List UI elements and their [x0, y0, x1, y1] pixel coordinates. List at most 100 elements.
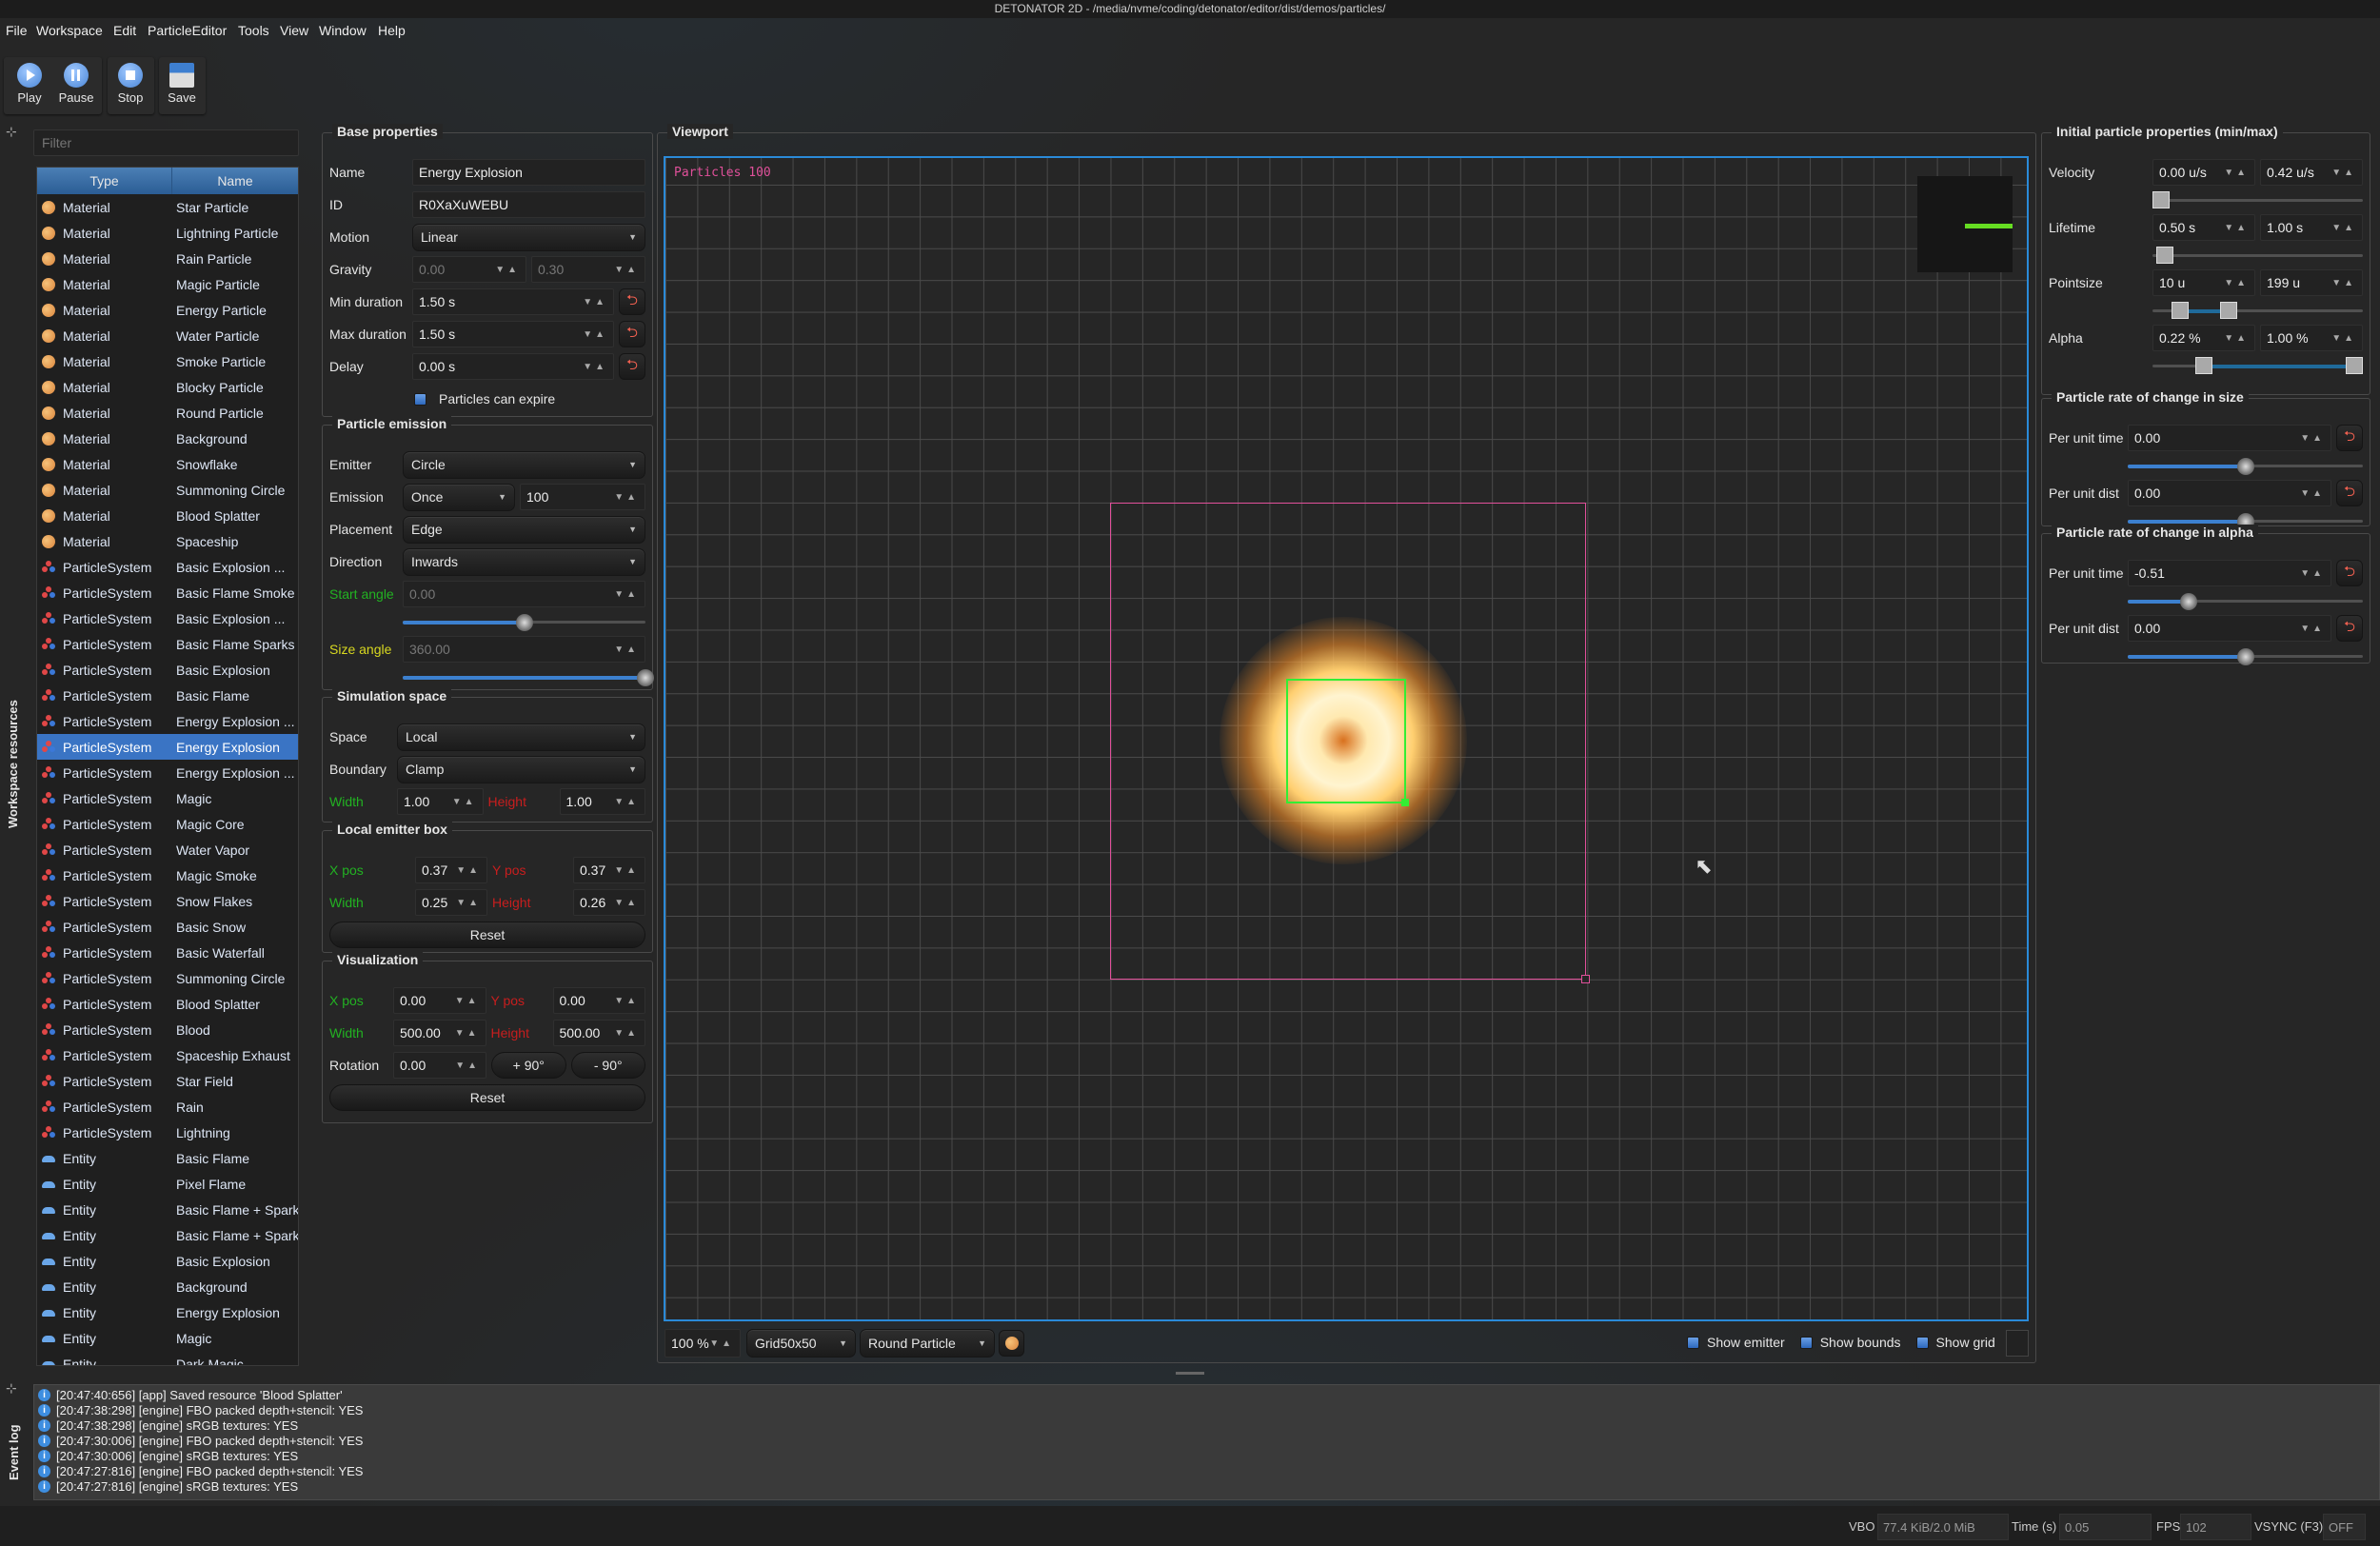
spin-arrows-icon[interactable]: ▼▲ — [2331, 168, 2356, 178]
spinbox[interactable]: 1.50 s ▼▲ — [412, 321, 614, 347]
slider[interactable] — [2152, 356, 2363, 375]
spinbox[interactable]: 0.00 s ▼▲ — [412, 353, 614, 380]
spinbox[interactable]: 1.00 % ▼▲ — [2260, 325, 2363, 351]
reset-button[interactable]: Reset — [329, 1084, 645, 1111]
combo-box[interactable]: Clamp ▼ — [397, 755, 645, 783]
table-row[interactable]: ParticleSystem Blood Splatter — [37, 991, 298, 1017]
slider[interactable] — [2128, 591, 2363, 610]
spin-arrows-icon[interactable]: ▼▲ — [583, 362, 607, 372]
table-row[interactable]: ParticleSystem Magic Core — [37, 811, 298, 837]
table-row[interactable]: ParticleSystem Basic Explosion — [37, 657, 298, 683]
text-input[interactable]: Energy Explosion — [412, 159, 645, 186]
spinbox[interactable]: -0.51 ▼▲ — [2128, 560, 2331, 586]
table-row[interactable]: ParticleSystem Spaceship Exhaust — [37, 1042, 298, 1068]
combo-box[interactable]: Local ▼ — [397, 723, 645, 751]
slider-handle[interactable] — [515, 614, 533, 631]
stop-button[interactable]: Stop — [109, 57, 152, 114]
spin-arrows-icon[interactable]: ▼▲ — [614, 1028, 639, 1039]
slider-handle[interactable] — [2236, 648, 2254, 665]
spin-arrows-icon[interactable]: ▼▲ — [455, 996, 480, 1006]
material-combo[interactable]: Round Particle ▼ — [860, 1329, 995, 1358]
combo-box[interactable]: Linear ▼ — [412, 223, 645, 251]
table-row[interactable]: Material Rain Particle — [37, 246, 298, 271]
slider[interactable] — [403, 667, 654, 686]
table-row[interactable]: ParticleSystem Blood — [37, 1017, 298, 1042]
slider[interactable] — [2128, 456, 2363, 475]
filter-input[interactable] — [33, 129, 299, 156]
table-row[interactable]: ParticleSystem Basic Snow — [37, 914, 298, 940]
spinbox[interactable]: 1.50 s ▼▲ — [412, 288, 614, 315]
spin-arrows-icon[interactable]: ▼▲ — [2331, 278, 2356, 288]
table-row[interactable]: Entity Basic Flame + Spark.. — [37, 1197, 298, 1222]
spinbox[interactable]: 1.00 s ▼▲ — [2260, 214, 2363, 241]
column-type[interactable]: Type — [37, 168, 172, 194]
table-row[interactable]: Material Snowflake — [37, 451, 298, 477]
table-row[interactable]: Material Water Particle — [37, 323, 298, 348]
menu-workspace[interactable]: Workspace — [36, 23, 103, 38]
spinbox[interactable]: 0.37 ▼▲ — [573, 857, 645, 883]
table-row[interactable]: ParticleSystem Basic Waterfall — [37, 940, 298, 965]
table-row[interactable]: Material Magic Particle — [37, 271, 298, 297]
combo-box[interactable]: Circle ▼ — [403, 450, 645, 479]
column-name[interactable]: Name — [172, 168, 298, 194]
table-row[interactable]: ParticleSystem Water Vapor — [37, 837, 298, 862]
table-row[interactable]: ParticleSystem Magic — [37, 785, 298, 811]
table-row[interactable]: Entity Dark Magic — [37, 1351, 298, 1365]
spinbox[interactable]: 0.37 ▼▲ — [415, 857, 487, 883]
spinbox[interactable]: 500.00 ▼▲ — [552, 1020, 645, 1046]
reset-button[interactable]: Reset — [329, 922, 645, 948]
spin-arrows-icon[interactable]: ▼▲ — [614, 492, 639, 503]
reset-button[interactable]: ⮌ — [2336, 425, 2363, 451]
bounds-resize-handle[interactable] — [1581, 975, 1590, 983]
spin-arrows-icon[interactable]: ▼▲ — [709, 1338, 734, 1349]
spinbox[interactable]: 0.50 s ▼▲ — [2152, 214, 2255, 241]
reset-button[interactable]: ⮌ — [2336, 560, 2363, 586]
table-row[interactable]: ParticleSystem Basic Explosion ... — [37, 554, 298, 580]
dock-collapse-icon[interactable]: ⊹ — [6, 124, 17, 140]
table-row[interactable]: Entity Basic Explosion — [37, 1248, 298, 1274]
slider-handle[interactable] — [2152, 191, 2170, 208]
table-row[interactable]: Material Spaceship — [37, 528, 298, 554]
splitter-handle[interactable] — [1176, 1372, 1204, 1375]
spinbox[interactable]: 0.00 ▼▲ — [2128, 480, 2331, 506]
reset-button[interactable]: ⮌ — [619, 321, 645, 347]
spinbox[interactable]: 0.42 u/s ▼▲ — [2260, 159, 2363, 186]
table-row[interactable]: ParticleSystem Rain — [37, 1094, 298, 1120]
table-row[interactable]: Material Blocky Particle — [37, 374, 298, 400]
menu-edit[interactable]: Edit — [113, 23, 136, 38]
table-row[interactable]: ParticleSystem Magic Smoke — [37, 862, 298, 888]
menu-window[interactable]: Window — [319, 23, 367, 38]
table-row[interactable]: ParticleSystem Energy Explosion ... — [37, 760, 298, 785]
spin-arrows-icon[interactable]: ▼▲ — [2331, 223, 2356, 233]
table-row[interactable]: ParticleSystem Lightning — [37, 1120, 298, 1145]
table-row[interactable]: ParticleSystem Snow Flakes — [37, 888, 298, 914]
spinbox[interactable]: 100 ▼▲ — [520, 484, 645, 510]
table-row[interactable]: Entity Magic — [37, 1325, 298, 1351]
slider-handle[interactable] — [2194, 357, 2212, 374]
spinbox[interactable]: 0.26 ▼▲ — [573, 889, 645, 916]
slider[interactable] — [2128, 646, 2363, 665]
color-swatch-button[interactable] — [2006, 1330, 2029, 1357]
spin-arrows-icon[interactable]: ▼▲ — [583, 329, 607, 340]
spin-arrows-icon[interactable]: ▼▲ — [455, 1060, 480, 1071]
slider-handle[interactable] — [2180, 593, 2198, 610]
spin-arrows-icon[interactable]: ▼▲ — [614, 898, 639, 908]
reset-button[interactable]: ⮌ — [619, 353, 645, 380]
spinbox[interactable]: 0.00 ▼▲ — [2128, 615, 2331, 642]
table-row[interactable]: ParticleSystem Basic Flame — [37, 683, 298, 708]
table-row[interactable]: Material Smoke Particle — [37, 348, 298, 374]
combo-box[interactable]: Edge ▼ — [403, 515, 645, 544]
slider-handle[interactable] — [2220, 302, 2238, 319]
table-row[interactable]: Material Background — [37, 426, 298, 451]
spinbox[interactable]: 10 u ▼▲ — [2152, 269, 2255, 296]
spinbox[interactable]: 0.00 ▼▲ — [552, 987, 645, 1014]
viewport-canvas[interactable]: Particles 100 ⬆ — [664, 156, 2029, 1321]
emitter-resize-handle[interactable] — [1401, 799, 1409, 806]
menu-view[interactable]: View — [280, 23, 308, 38]
table-row[interactable]: Entity Basic Flame — [37, 1145, 298, 1171]
table-row[interactable]: Material Energy Particle — [37, 297, 298, 323]
show-grid-checkbox[interactable] — [1915, 1336, 1929, 1349]
spin-arrows-icon[interactable]: ▼▲ — [2224, 223, 2249, 233]
slider-handle[interactable] — [637, 669, 654, 686]
spin-arrows-icon[interactable]: ▼▲ — [2224, 278, 2249, 288]
